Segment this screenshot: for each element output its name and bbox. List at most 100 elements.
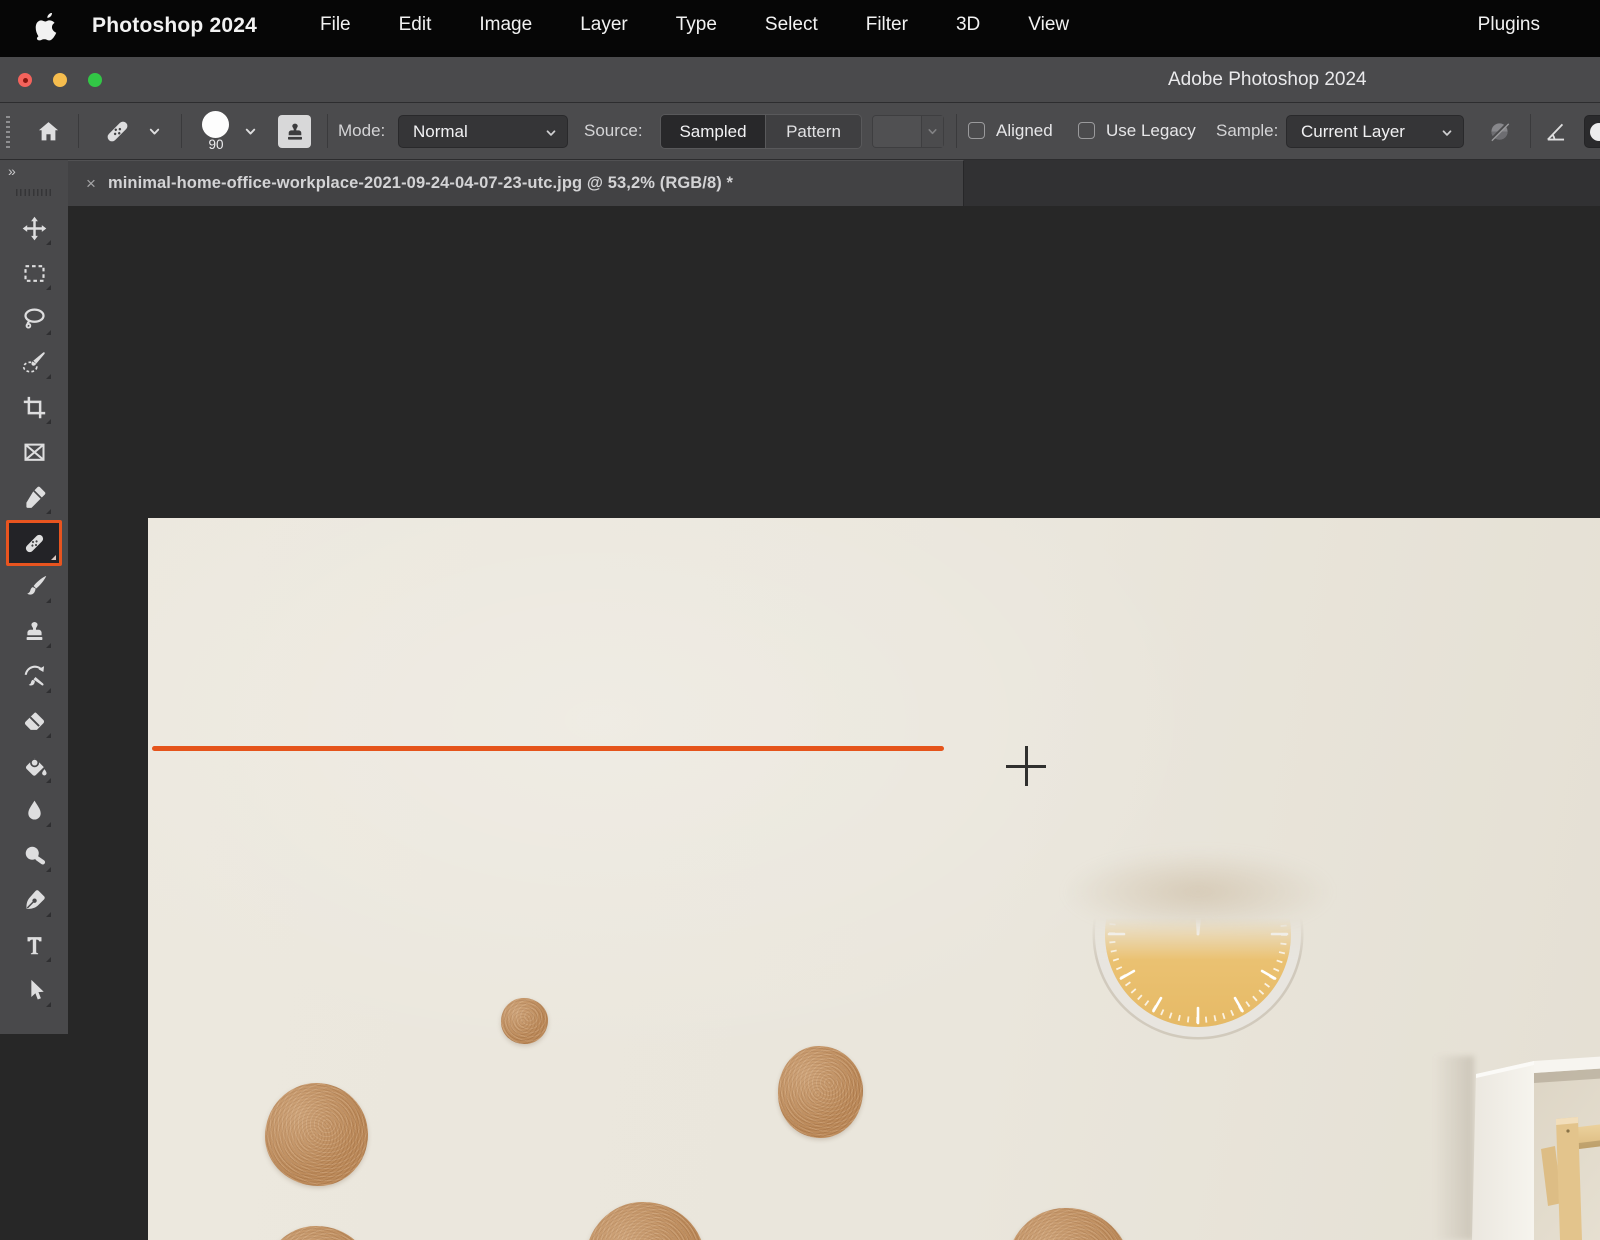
crop-tool[interactable] <box>12 385 56 429</box>
orange-brush-stroke <box>152 746 944 751</box>
brush-size-value: 90 <box>201 137 231 152</box>
close-window-button[interactable] <box>18 73 32 87</box>
object-selection-tool[interactable] <box>12 340 56 384</box>
eyedropper-tool[interactable] <box>12 475 56 519</box>
eraser-tool[interactable] <box>12 699 56 743</box>
menu-items: File Edit Image Layer Type Select Filter 3D View <box>320 14 1069 36</box>
chevron-down-icon[interactable] <box>147 124 162 139</box>
menu-item-plugins[interactable]: Plugins <box>1478 14 1540 36</box>
divider <box>956 114 957 148</box>
menu-item-3d[interactable]: 3D <box>956 14 980 36</box>
aligned-label: Aligned <box>996 121 1053 141</box>
tool-options-bar: 90 Mode: Normal Source: Sampled Pattern … <box>0 103 1600 160</box>
healing-brush-tool[interactable] <box>6 520 62 566</box>
divider <box>181 114 182 148</box>
pen-tool[interactable] <box>12 878 56 922</box>
zoom-window-button[interactable] <box>88 73 102 87</box>
wooden-shelf <box>1448 1038 1600 1240</box>
move-tool-icon <box>21 215 48 242</box>
dodge-tool-icon <box>21 842 48 869</box>
paint-bucket-tool-icon <box>21 753 48 780</box>
document-tab-title: minimal-home-office-workplace-2021-09-24… <box>108 174 733 193</box>
blur-tool-icon <box>21 797 48 824</box>
cork-dot <box>778 1046 863 1138</box>
brush-angle-icon[interactable] <box>1544 119 1570 145</box>
window-title: Adobe Photoshop 2024 <box>1168 69 1367 91</box>
cork-dot <box>585 1202 705 1240</box>
history-brush-tool-icon <box>21 663 48 690</box>
chevron-down-icon <box>544 126 558 140</box>
pattern-swatch-cell <box>873 116 922 147</box>
type-tool[interactable] <box>12 923 56 967</box>
collapse-panel-icon[interactable]: » <box>8 163 17 179</box>
history-brush-tool[interactable] <box>12 654 56 698</box>
panel-grip[interactable] <box>16 189 52 196</box>
object-selection-tool-icon <box>21 349 48 376</box>
lasso-tool[interactable] <box>12 296 56 340</box>
pressure-size-button[interactable] <box>1584 115 1600 148</box>
sample-select-value: Current Layer <box>1301 122 1405 142</box>
path-selection-tool-icon <box>21 977 48 1004</box>
paint-bucket-tool[interactable] <box>12 744 56 788</box>
menu-item-layer[interactable]: Layer <box>580 14 628 36</box>
crop-tool-icon <box>21 394 48 421</box>
menu-item-select[interactable]: Select <box>765 14 818 36</box>
frame-tool-icon <box>21 439 48 466</box>
source-sampled-button[interactable]: Sampled <box>661 115 765 148</box>
divider <box>1530 114 1531 148</box>
eraser-tool-icon <box>21 708 48 735</box>
source-pattern-button[interactable]: Pattern <box>765 115 861 148</box>
home-icon[interactable] <box>36 119 61 144</box>
source-segmented-control: Sampled Pattern <box>660 114 862 149</box>
sample-select[interactable]: Current Layer <box>1286 115 1464 148</box>
chevron-down-icon[interactable] <box>243 124 258 139</box>
clone-stamp-tool[interactable] <box>12 609 56 653</box>
cork-dot <box>1006 1208 1130 1240</box>
brush-tool[interactable] <box>12 564 56 608</box>
canvas-pasteboard <box>68 206 1600 1034</box>
dodge-tool[interactable] <box>12 833 56 877</box>
healing-brush-preset-icon[interactable] <box>102 116 133 147</box>
use-legacy-label: Use Legacy <box>1106 121 1196 141</box>
mode-label: Mode: <box>338 121 385 141</box>
pattern-picker[interactable] <box>872 115 944 148</box>
source-label: Source: <box>584 121 643 141</box>
move-tool[interactable] <box>12 206 56 250</box>
use-legacy-checkbox[interactable] <box>1078 122 1095 139</box>
aligned-checkbox[interactable] <box>968 122 985 139</box>
eyedropper-tool-icon <box>21 484 48 511</box>
close-tab-icon[interactable]: × <box>86 174 96 194</box>
menu-item-edit[interactable]: Edit <box>399 14 432 36</box>
mode-select[interactable]: Normal <box>398 115 568 148</box>
document-tab[interactable]: × minimal-home-office-workplace-2021-09-… <box>68 160 964 206</box>
menu-item-filter[interactable]: Filter <box>866 14 908 36</box>
type-tool-icon <box>21 932 48 959</box>
menu-item-file[interactable]: File <box>320 14 351 36</box>
apple-logo-icon[interactable] <box>34 13 60 43</box>
wall-clock <box>1083 886 1313 1046</box>
menu-item-view[interactable]: View <box>1028 14 1069 36</box>
options-bar-grip[interactable] <box>6 115 10 148</box>
canvas-image[interactable] <box>148 518 1600 1240</box>
app-menu-title[interactable]: Photoshop 2024 <box>92 14 257 38</box>
tools-panel: » <box>0 160 68 1034</box>
frame-tool[interactable] <box>12 430 56 474</box>
brush-settings-panel-button[interactable] <box>278 115 311 148</box>
window-title-bar: Adobe Photoshop 2024 <box>0 57 1600 103</box>
healing-brush-tool-icon <box>21 530 48 557</box>
rectangular-marquee-tool[interactable] <box>12 251 56 295</box>
ignore-adjustment-layers-icon[interactable] <box>1486 118 1513 145</box>
clone-stamp-tool-icon <box>21 618 48 645</box>
divider <box>327 114 328 148</box>
path-selection-tool[interactable] <box>12 968 56 1012</box>
blur-tool[interactable] <box>12 788 56 832</box>
menu-item-type[interactable]: Type <box>676 14 717 36</box>
lasso-tool-icon <box>21 305 48 332</box>
cork-dot <box>501 998 548 1044</box>
rectangular-marquee-tool-icon <box>21 260 48 287</box>
cork-dot <box>265 1083 368 1186</box>
menu-item-image[interactable]: Image <box>479 14 532 36</box>
minimize-window-button[interactable] <box>53 73 67 87</box>
brush-preview-circle[interactable] <box>202 111 229 138</box>
chevron-down-icon <box>926 125 939 138</box>
